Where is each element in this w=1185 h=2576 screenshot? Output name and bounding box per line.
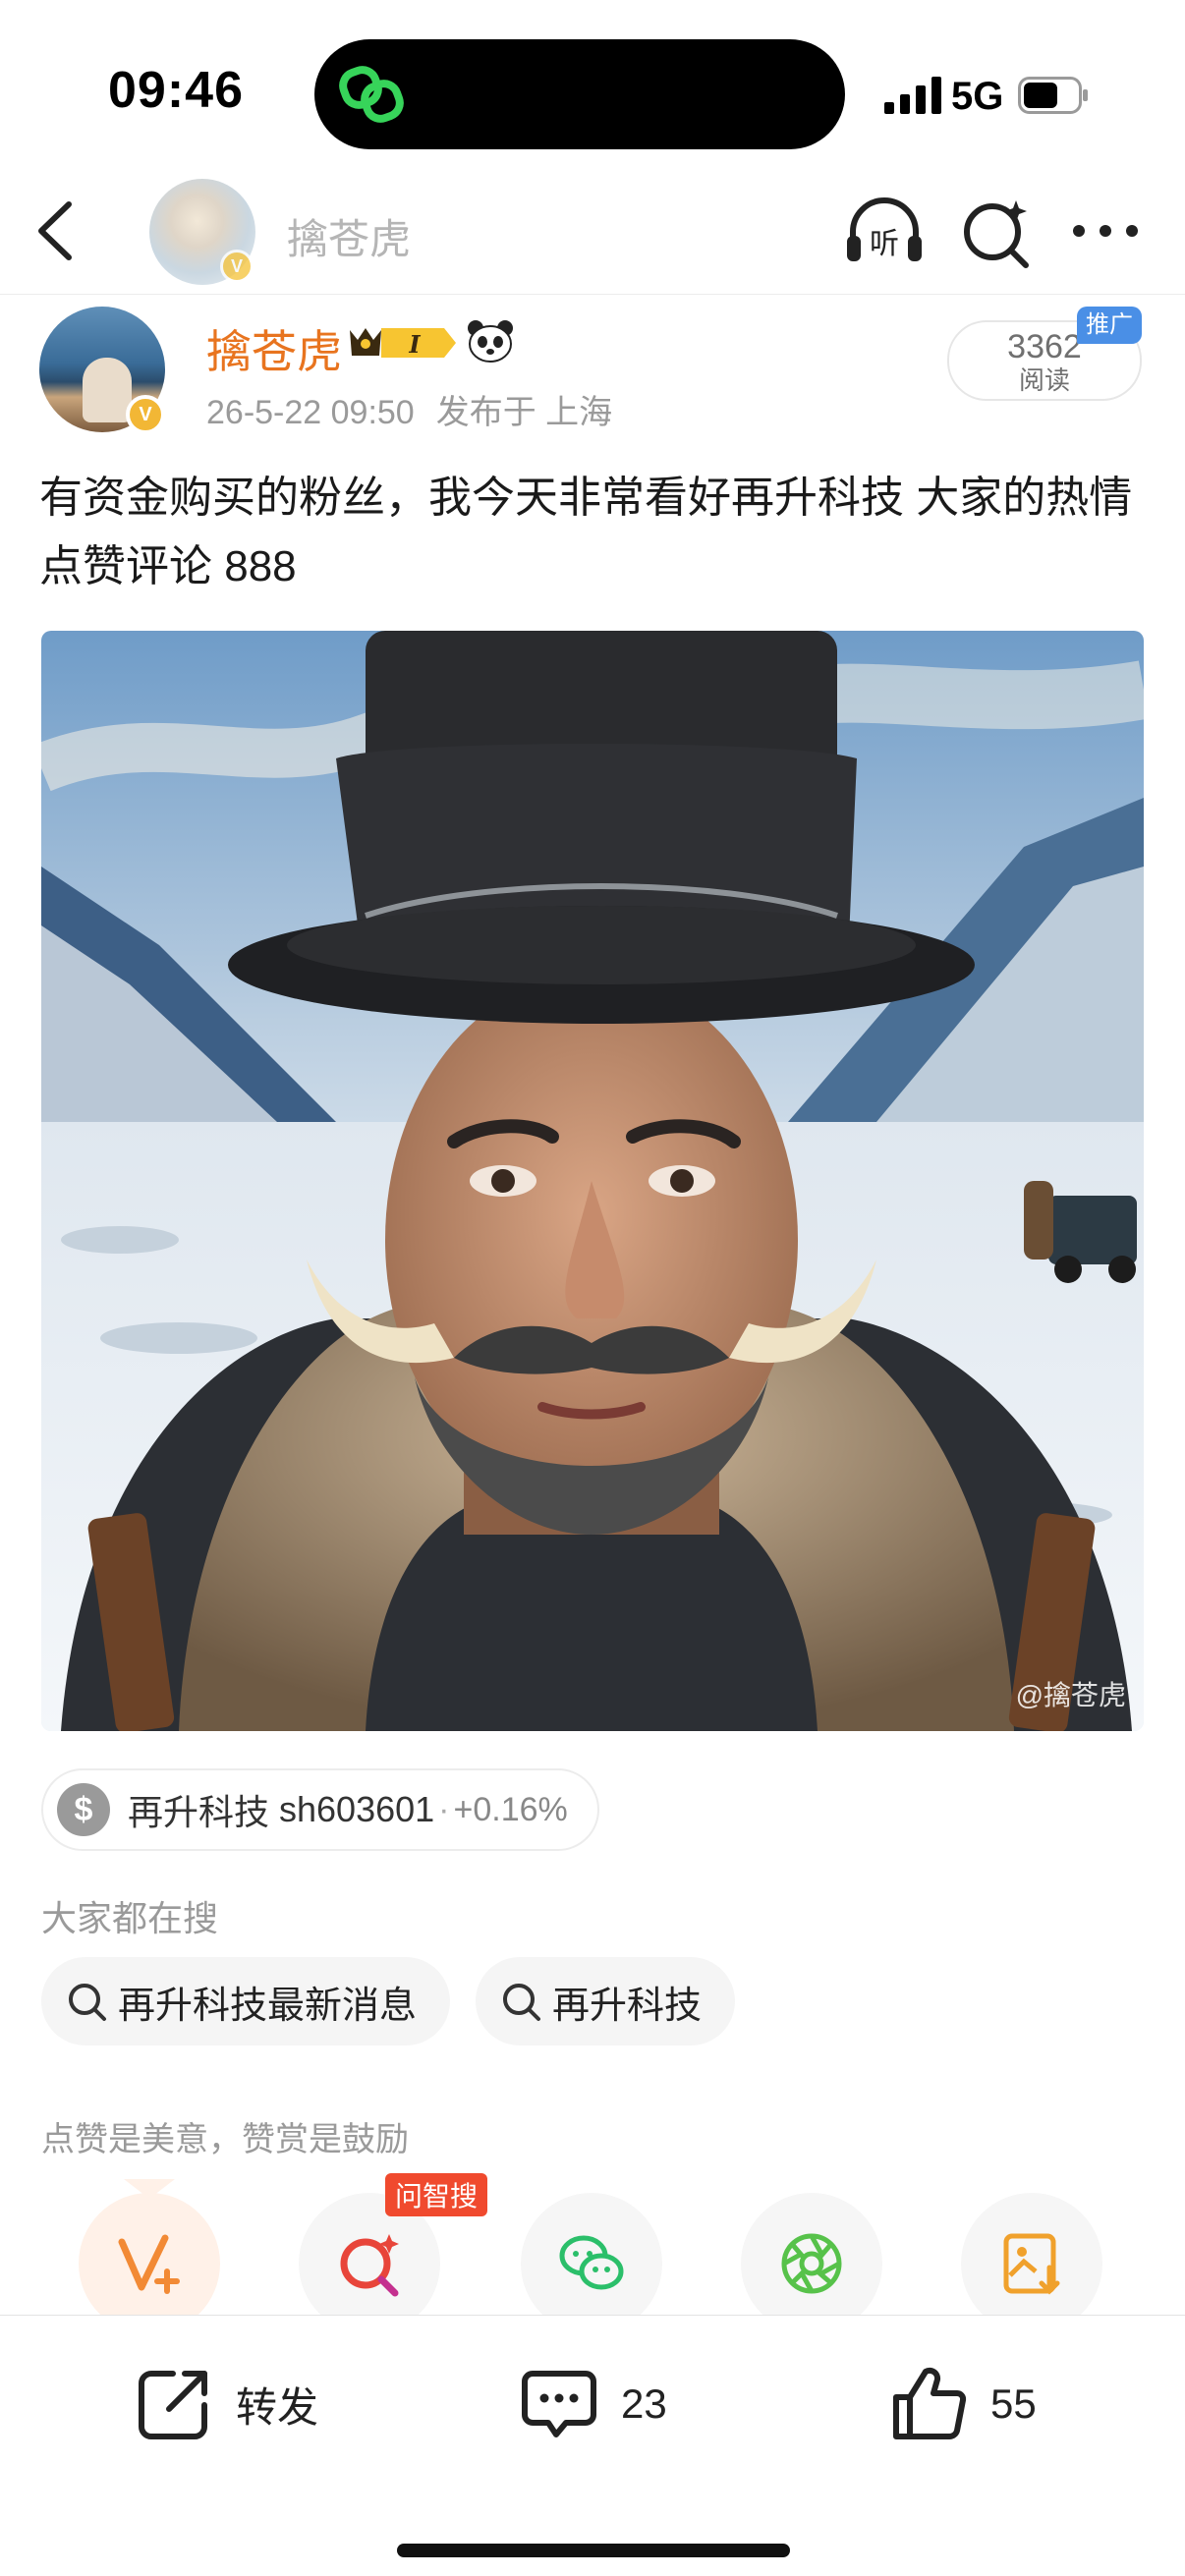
- stock-change: +0.16%: [453, 1790, 568, 1828]
- save-image-button[interactable]: [961, 2193, 1102, 2334]
- comment-count: 23: [621, 2380, 667, 2427]
- status-time: 09:46: [108, 62, 244, 119]
- bottom-action-bar: 转发 23 55: [0, 2315, 1185, 2576]
- back-icon[interactable]: [29, 198, 85, 263]
- ai-search-icon[interactable]: [959, 195, 1034, 269]
- comment-button[interactable]: 23: [519, 2355, 667, 2453]
- comment-icon: [522, 2371, 596, 2437]
- read-label: 阅读: [1018, 365, 1070, 395]
- stock-chip[interactable]: $ 再升科技 sh603601 · +0.16%: [41, 1768, 599, 1851]
- nav-header: V 擒苍虎 听: [0, 167, 1185, 295]
- search-suggestion-label: 再升科技: [552, 1985, 703, 2027]
- wechat-share-button[interactable]: [521, 2193, 662, 2334]
- verified-icon: V: [220, 250, 254, 283]
- verified-icon: V: [126, 395, 165, 434]
- like-count: 55: [990, 2380, 1037, 2427]
- home-indicator[interactable]: [397, 2544, 790, 2557]
- reward-button[interactable]: [79, 2193, 220, 2334]
- ai-search-icon: [340, 2234, 399, 2297]
- link-app-icon: [339, 66, 404, 123]
- search-suggestion-label: 再升科技最新消息: [118, 1985, 418, 2027]
- signal-icon: [884, 77, 941, 114]
- share-row: 问智搜: [0, 2173, 1185, 2334]
- search-heading: 大家都在搜: [41, 1898, 219, 1938]
- member-level-badge[interactable]: I: [346, 322, 460, 364]
- stock-code: sh603601: [279, 1789, 435, 1829]
- repost-label: 转发: [236, 2383, 319, 2431]
- network-label: 5G: [951, 75, 1004, 118]
- portrait-illustration: [41, 631, 1144, 1731]
- promo-tag: 推广: [1077, 307, 1142, 344]
- svg-text:听: 听: [870, 227, 899, 261]
- post-image[interactable]: @擒苍虎: [41, 631, 1144, 1731]
- repost-icon: [139, 2371, 207, 2439]
- wechat-icon: [559, 2235, 624, 2290]
- search-icon: [69, 1984, 106, 2021]
- dollar-icon: $: [57, 1783, 110, 1836]
- post-timestamp: 26-5-22 09:50: [206, 394, 415, 431]
- save-image-icon: [1003, 2233, 1060, 2295]
- image-watermark: @擒苍虎: [1015, 1680, 1126, 1710]
- reward-text: 点赞是美意，赞赏是鼓励: [41, 2121, 409, 2158]
- post-location: 发布于 上海: [435, 394, 613, 431]
- status-bar: 09:46 5G: [0, 0, 1185, 167]
- search-suggestion[interactable]: 再升科技最新消息: [41, 1957, 451, 2045]
- ask-tag: 问智搜: [385, 2173, 488, 2216]
- listen-icon[interactable]: 听: [843, 195, 926, 269]
- repost-button[interactable]: 转发: [134, 2355, 318, 2453]
- thumbs-up-icon: [893, 2367, 967, 2439]
- stock-separator: ·: [438, 1790, 450, 1828]
- post-meta: 26-5-22 09:50 发布于 上海: [206, 385, 612, 433]
- more-icon[interactable]: [1071, 214, 1140, 248]
- stock-name: 再升科技: [128, 1792, 270, 1832]
- search-suggestion[interactable]: 再升科技: [476, 1957, 736, 2045]
- moments-share-button[interactable]: [741, 2193, 882, 2334]
- dynamic-island: [314, 39, 845, 149]
- moments-icon: [781, 2233, 842, 2294]
- like-button[interactable]: 55: [888, 2355, 1037, 2453]
- panda-icon: [468, 320, 513, 363]
- nav-title: 擒苍虎: [287, 216, 412, 262]
- battery-icon: [1018, 77, 1088, 114]
- author-name[interactable]: 擒苍虎: [206, 316, 342, 381]
- search-icon: [503, 1984, 540, 2021]
- post-text: 有资金购买的粉丝，我今天非常看好再升科技 大家的热情点赞评论 888: [39, 474, 1133, 590]
- level-text: I: [408, 330, 421, 359]
- reward-v-plus-icon: [118, 2234, 180, 2294]
